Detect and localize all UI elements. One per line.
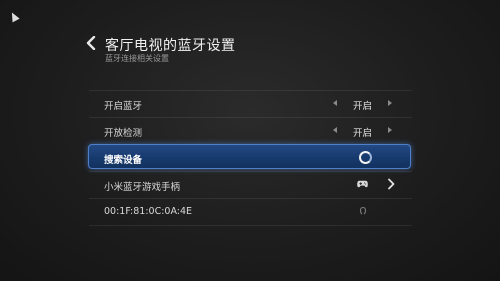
bluetooth-icon (359, 206, 367, 215)
back-chevron-icon[interactable] (86, 36, 96, 50)
arrow-right-icon[interactable] (388, 100, 392, 106)
setting-row-discoverable[interactable]: 开放检测 开启 (89, 117, 412, 144)
device-name: 小米蓝牙游戏手柄 (104, 182, 181, 193)
setting-label: 开放检测 (104, 128, 143, 139)
arrow-right-icon[interactable] (388, 127, 392, 133)
arrow-left-icon[interactable] (333, 100, 337, 106)
setting-row-bluetooth[interactable]: 开启蓝牙 开启 (89, 90, 412, 117)
device-row-gamepad[interactable]: 小米蓝牙游戏手柄 (89, 171, 412, 198)
page-title: 客厅电视的蓝牙设置 (105, 38, 236, 54)
search-devices-row[interactable]: 搜索设备 (88, 144, 412, 171)
setting-value: 开启 (353, 128, 373, 139)
mouse-cursor (8, 10, 20, 23)
setting-label: 开启蓝牙 (104, 101, 143, 112)
loading-spinner-icon (359, 151, 372, 164)
bluetooth-settings-list: 开启蓝牙 开启 开放检测 开启 搜索设备 小米蓝牙游戏手柄 00:1F:81:0… (88, 90, 412, 226)
setting-value: 开启 (353, 101, 373, 112)
search-devices-label: 搜索设备 (104, 155, 143, 166)
device-name: 00:1F:81:0C:0A:4E (104, 206, 193, 217)
device-row-mac[interactable]: 00:1F:81:0C:0A:4E (89, 198, 412, 226)
chevron-right-icon[interactable] (387, 178, 395, 190)
gamepad-icon (357, 180, 368, 188)
page-subtitle: 蓝牙连接相关设置 (105, 54, 169, 63)
arrow-left-icon[interactable] (333, 127, 337, 133)
